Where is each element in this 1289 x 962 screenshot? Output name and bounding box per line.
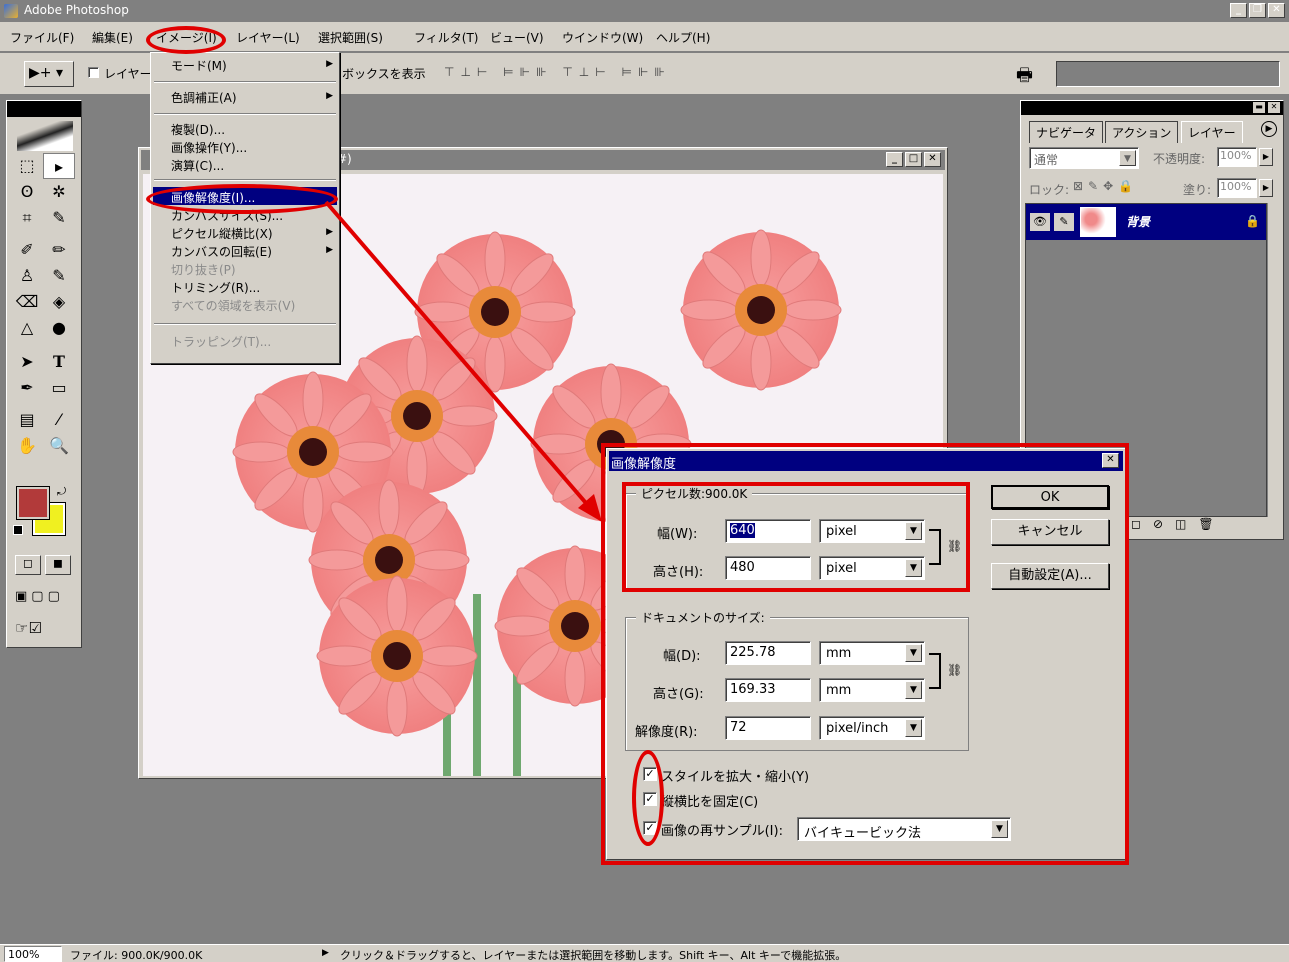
status-bar: 100% ファイル: 900.0K/900.0K ▶ クリック＆ドラッグすると、… xyxy=(0,944,1289,962)
status-arrow-icon[interactable]: ▶ xyxy=(322,948,329,958)
zoom-field[interactable]: 100% xyxy=(4,946,62,962)
status-hint: クリック＆ドラッグすると、レイヤーまたは選択範囲を移動します。Shift キー、… xyxy=(340,949,847,962)
zoom-value: 100% xyxy=(8,948,40,961)
annotation-arrow xyxy=(324,200,602,522)
file-info: ファイル: 900.0K/900.0K xyxy=(70,949,203,962)
